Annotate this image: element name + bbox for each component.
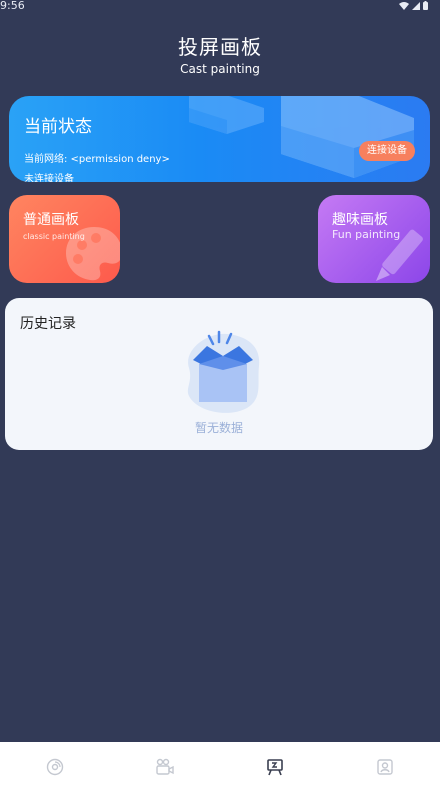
status-time: 9:56 [0, 0, 25, 12]
status-title: 当前状态 [24, 117, 92, 137]
normal-board-card[interactable]: 普通画板 classic painting [9, 195, 120, 283]
status-bar: 9:56 [0, 0, 440, 14]
connect-device-button[interactable]: 连接设备 [359, 141, 415, 161]
camera-icon [156, 758, 174, 775]
battery-icon [423, 0, 428, 13]
fun-board-card[interactable]: 趣味画板 Fun painting [318, 195, 430, 283]
profile-icon [377, 759, 393, 775]
nav-item-disc[interactable] [0, 742, 110, 792]
status-icons [399, 0, 428, 13]
signal-icon [412, 0, 420, 13]
history-title: 历史记录 [20, 316, 76, 332]
disc-icon [46, 758, 64, 776]
page-title: 投屏画板 [178, 35, 262, 59]
history-card: 历史记录 暂无数据 [5, 298, 433, 450]
normal-board-subtitle: classic painting [23, 232, 85, 241]
network-status: 当前网络: <permission deny> [24, 154, 170, 165]
bottom-nav [0, 742, 440, 792]
nav-item-camera[interactable] [110, 742, 220, 792]
fun-board-subtitle: Fun painting [332, 228, 401, 241]
nav-item-profile[interactable] [330, 742, 440, 792]
easel-icon [267, 759, 283, 776]
normal-board-title: 普通画板 [23, 212, 79, 228]
empty-box-icon [187, 330, 260, 413]
page-subtitle: Cast painting [180, 62, 260, 76]
device-status: 未连接设备 [24, 174, 74, 182]
fun-board-title: 趣味画板 [332, 212, 388, 228]
empty-text: 暂无数据 [194, 421, 243, 435]
wifi-icon [399, 0, 409, 13]
nav-item-easel[interactable] [220, 742, 330, 792]
status-card: 当前状态 当前网络: <permission deny> 未连接设备 连接设备 [9, 96, 430, 182]
